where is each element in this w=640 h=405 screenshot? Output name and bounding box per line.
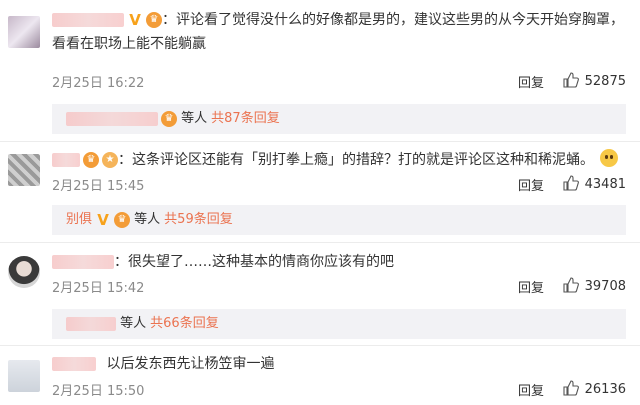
vip-level-icon: ★ [102, 152, 118, 168]
sub-reply-user[interactable]: 别俱 [66, 212, 92, 227]
sub-reply-users[interactable] [66, 111, 158, 126]
comment-text-block: ♛ ★ ：这条评论区还能有「别打拳上瘾」的措辞？打的就是评论区这种和稀泥蛹。 [52, 148, 626, 172]
thumbs-up-icon [563, 175, 579, 191]
like-button[interactable]: 43481 [563, 175, 626, 192]
username[interactable] [52, 255, 114, 269]
reply-button[interactable]: 回复 [518, 72, 544, 91]
like-count: 26136 [584, 382, 626, 397]
comment-meta: 2月25日 16:22 回复 52875 [52, 72, 626, 92]
verified-icon: V [129, 11, 141, 29]
comment-text: ：很失望了……这种基本的情商你应该有的吧 [114, 254, 394, 270]
sub-summary-text: 等人 [134, 212, 161, 227]
sub-replies-summary[interactable]: ♛ 等人 共87条回复 [52, 104, 626, 134]
sub-replies-summary[interactable]: 别俱 V ♛ 等人 共59条回复 [52, 205, 626, 235]
username[interactable] [52, 13, 124, 27]
sub-summary-text: 等人 [120, 316, 147, 331]
reply-button[interactable]: 回复 [518, 175, 544, 194]
timestamp: 2月25日 15:42 [52, 281, 145, 296]
like-count: 43481 [584, 177, 626, 192]
reply-button[interactable]: 回复 [518, 277, 544, 296]
comment-text-block: V ♛ ：评论看了觉得没什么的好像都是男的，建议这些男的从今天开始穿胸罩，看看在职场… [52, 8, 626, 56]
thumbs-up-icon [563, 277, 579, 293]
thumbs-up-icon [563, 380, 579, 396]
avatar[interactable] [8, 16, 40, 48]
timestamp: 2月25日 15:45 [52, 179, 145, 194]
timestamp: 2月25日 16:22 [52, 76, 145, 91]
like-button[interactable]: 39708 [563, 277, 626, 294]
avatar[interactable] [8, 256, 40, 288]
divider [0, 242, 640, 243]
comment-text-block: ：很失望了……这种基本的情商你应该有的吧 [52, 250, 626, 274]
sub-replies-summary[interactable]: 等人 共66条回复 [52, 309, 626, 339]
comment-meta: 2月25日 15:45 回复 43481 [52, 175, 626, 195]
comment-meta: 2月25日 15:42 回复 39708 [52, 277, 626, 297]
divider [0, 141, 640, 142]
vip-icon: ♛ [146, 12, 162, 28]
like-button[interactable]: 52875 [563, 72, 626, 89]
divider [0, 345, 640, 346]
more-replies-link[interactable]: 共59条回复 [164, 212, 233, 227]
vip-icon: ♛ [114, 211, 131, 228]
more-replies-link[interactable]: 共87条回复 [211, 111, 280, 126]
reply-button[interactable]: 回复 [518, 380, 544, 399]
thumbs-up-icon [563, 72, 579, 88]
avatar[interactable] [8, 360, 40, 392]
like-count: 39708 [584, 279, 626, 294]
more-replies-link[interactable]: 共66条回复 [150, 316, 219, 331]
sub-reply-users[interactable] [66, 316, 116, 331]
like-count: 52875 [584, 74, 626, 89]
comment-meta: 2月25日 15:50 回复 26136 [52, 380, 626, 400]
username[interactable] [52, 153, 80, 167]
comment-text: 以后发东西先让杨笠审一遍 [106, 356, 275, 372]
like-button[interactable]: 26136 [563, 380, 626, 397]
timestamp: 2月25日 15:50 [52, 384, 145, 399]
shocked-emoji-icon [600, 149, 618, 167]
comment-text: ：这条评论区还能有「别打拳上瘾」的措辞？打的就是评论区这种和稀泥蛹。 [118, 152, 594, 168]
vip-icon: ♛ [161, 110, 177, 127]
verified-icon: V [97, 210, 109, 229]
sub-summary-text: 等人 [181, 111, 208, 126]
comment-text-block: 以后发东西先让杨笠审一遍 [52, 352, 626, 376]
vip-icon: ♛ [83, 152, 99, 168]
username[interactable] [52, 357, 96, 371]
avatar[interactable] [8, 154, 40, 186]
